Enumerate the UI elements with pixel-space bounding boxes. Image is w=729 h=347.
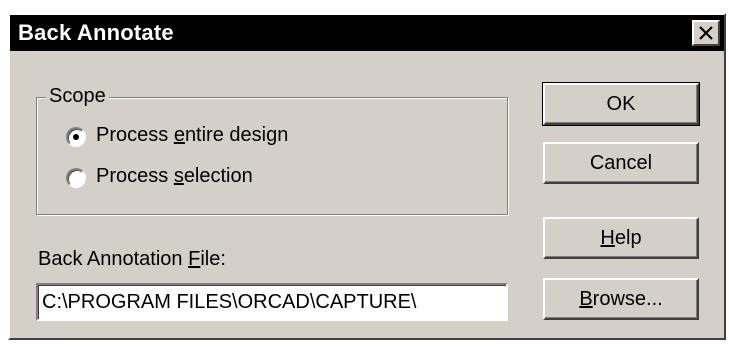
cancel-button[interactable]: Cancel (543, 142, 699, 184)
browse-button[interactable]: Browse... (543, 278, 699, 320)
back-annotation-file-input[interactable] (36, 283, 508, 321)
browse-label-rest: rowse... (592, 288, 663, 310)
radio-entire-design-label-post: ntire design (184, 124, 289, 146)
title-bar[interactable]: Back Annotate (10, 15, 724, 51)
scope-group-label: Scope (46, 85, 109, 108)
browse-mnemonic: B (579, 288, 593, 310)
file-label-mnemonic: F (188, 248, 201, 270)
close-icon (699, 26, 713, 40)
scope-groupbox (36, 97, 508, 215)
radio-selection-label-pre: Process (96, 165, 174, 187)
back-annotate-dialog: Back Annotate Scope Process entire desig… (8, 13, 726, 340)
radio-entire-design-label-pre: Process (96, 124, 174, 146)
help-button[interactable]: Help (543, 217, 699, 259)
ok-button[interactable]: OK (542, 82, 700, 126)
radio-entire-design-label[interactable]: Process entire design (96, 124, 288, 147)
help-mnemonic: H (600, 227, 615, 249)
radio-selection-label[interactable]: Process selection (96, 165, 253, 188)
close-button[interactable] (692, 20, 720, 46)
radio-unchecked-icon[interactable] (66, 168, 86, 188)
back-annotation-file-label: Back Annotation File: (38, 248, 226, 271)
radio-checked-icon[interactable] (66, 127, 86, 147)
radio-selected-dot (73, 134, 79, 140)
radio-selection-mnemonic: s (173, 165, 184, 187)
file-label-pre: Back Annotation (38, 248, 189, 270)
help-label-rest: elp (614, 227, 642, 249)
dialog-title: Back Annotate (18, 20, 174, 45)
file-label-post: ile: (200, 248, 226, 270)
radio-selection-label-post: election (183, 165, 253, 187)
radio-entire-design-mnemonic: e (173, 124, 185, 146)
